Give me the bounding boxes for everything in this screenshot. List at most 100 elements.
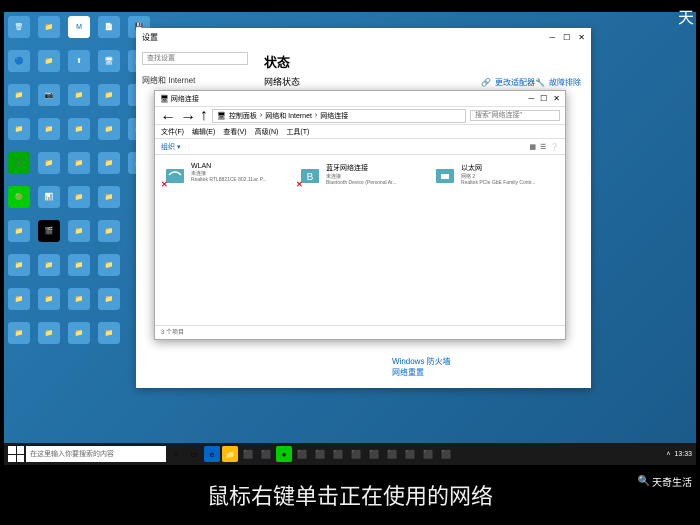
taskbar-app[interactable]: ⬛ bbox=[294, 446, 310, 462]
link-network-reset[interactable]: 网络重置 bbox=[392, 367, 451, 378]
explorer-search-input[interactable] bbox=[470, 110, 560, 121]
desktop-icon[interactable]: 🎵 bbox=[8, 152, 30, 174]
taskbar-app[interactable]: ⬛ bbox=[258, 446, 274, 462]
desktop-icon[interactable]: 📁 bbox=[98, 186, 120, 208]
settings-link-adapter[interactable]: 🔗更改适配器 bbox=[481, 77, 535, 88]
settings-link-troubleshoot[interactable]: 🔧故障排除 bbox=[535, 77, 581, 88]
taskview-icon[interactable]: ▭ bbox=[186, 446, 202, 462]
explorer-icon[interactable]: 📁 bbox=[222, 446, 238, 462]
desktop-icon[interactable]: 📁 bbox=[38, 50, 60, 72]
desktop-icon[interactable]: 📁 bbox=[98, 118, 120, 140]
adapter-status: 未连接 bbox=[326, 173, 413, 180]
video-subtitle: 鼠标右键单击正在使用的网络 bbox=[207, 479, 493, 511]
desktop-icon[interactable]: 📁 bbox=[98, 288, 120, 310]
desktop-icon[interactable]: 📁 bbox=[98, 220, 120, 242]
desktop-icon[interactable]: 📁 bbox=[8, 220, 30, 242]
view-details-icon[interactable]: ☰ bbox=[540, 143, 546, 151]
desktop-icon[interactable]: 📁 bbox=[38, 152, 60, 174]
desktop-icon[interactable]: 📁 bbox=[8, 84, 30, 106]
link-firewall[interactable]: Windows 防火墙 bbox=[392, 356, 451, 367]
maximize-icon[interactable]: ☐ bbox=[563, 33, 570, 42]
wifi-icon: ✕ bbox=[163, 163, 187, 187]
help-icon[interactable]: ❔ bbox=[550, 143, 559, 151]
desktop-icon[interactable]: 📁 bbox=[38, 288, 60, 310]
settings-category[interactable]: 网络和 Internet bbox=[142, 75, 248, 86]
start-button[interactable] bbox=[8, 446, 24, 462]
desktop-icon[interactable]: 📁 bbox=[8, 118, 30, 140]
adapter-list: ✕ WLAN 未连接 Realtek RTL8821CE 802.11ac P.… bbox=[155, 155, 565, 325]
desktop-icon[interactable]: 📁 bbox=[38, 322, 60, 344]
menu-advanced[interactable]: 高级(N) bbox=[255, 127, 279, 137]
nav-forward-icon[interactable]: → bbox=[180, 107, 196, 125]
desktop-icon[interactable]: 📷 bbox=[38, 84, 60, 106]
settings-title: 设置 bbox=[142, 32, 158, 43]
tray-chevron-icon[interactable]: ˄ bbox=[666, 451, 670, 458]
taskbar-app[interactable]: ⬛ bbox=[312, 446, 328, 462]
adapter-ethernet[interactable]: 以太网 网络 2 Realtek PCIe GbE Family Contr..… bbox=[433, 163, 548, 317]
taskbar-app[interactable]: ⬛ bbox=[330, 446, 346, 462]
desktop-icon[interactable]: 📁 bbox=[68, 288, 90, 310]
taskbar-app[interactable]: ⬛ bbox=[420, 446, 436, 462]
close-icon[interactable]: ✕ bbox=[553, 94, 560, 103]
desktop-icon[interactable]: 📁 bbox=[8, 322, 30, 344]
taskbar-app[interactable]: ⬛ bbox=[438, 446, 454, 462]
menu-tools[interactable]: 工具(T) bbox=[286, 127, 309, 137]
settings-heading: 状态 bbox=[264, 52, 581, 71]
desktop-icon[interactable]: 📁 bbox=[8, 254, 30, 276]
desktop-icon[interactable]: 📁 bbox=[38, 16, 60, 38]
desktop-icon[interactable]: 📁 bbox=[68, 220, 90, 242]
desktop-icon[interactable]: 🗑 bbox=[8, 16, 30, 38]
desktop-icon[interactable]: 📁 bbox=[68, 322, 90, 344]
menu-view[interactable]: 查看(V) bbox=[223, 127, 246, 137]
cortana-icon[interactable]: ○ bbox=[168, 446, 184, 462]
minimize-icon[interactable]: ─ bbox=[528, 94, 534, 103]
desktop-icon[interactable]: 📁 bbox=[98, 152, 120, 174]
desktop-icon[interactable]: 🎬 bbox=[38, 220, 60, 242]
desktop-icon[interactable]: 📁 bbox=[8, 288, 30, 310]
view-icons-icon[interactable]: ▦ bbox=[529, 143, 536, 151]
desktop-icon[interactable]: 📁 bbox=[68, 84, 90, 106]
menu-edit[interactable]: 编辑(E) bbox=[192, 127, 215, 137]
desktop-icon[interactable]: 📁 bbox=[38, 118, 60, 140]
desktop-icon[interactable]: 📁 bbox=[98, 322, 120, 344]
minimize-icon[interactable]: ─ bbox=[549, 33, 555, 42]
adapter-bluetooth[interactable]: B ✕ 蓝牙网络连接 未连接 Bluetooth Device (Persona… bbox=[298, 163, 413, 317]
desktop-icon[interactable]: 📁 bbox=[98, 254, 120, 276]
desktop-icon[interactable]: M bbox=[68, 16, 90, 38]
desktop-icon[interactable]: 📊 bbox=[38, 186, 60, 208]
settings-search-input[interactable] bbox=[142, 52, 248, 65]
wechat-icon[interactable]: ● bbox=[276, 446, 292, 462]
close-icon[interactable]: ✕ bbox=[578, 33, 585, 42]
breadcrumb[interactable]: 🖥 控制面板› 网络和 Internet› 网络连接 bbox=[212, 109, 466, 123]
desktop-icon[interactable]: 📁 bbox=[68, 186, 90, 208]
clock[interactable]: 13:33 bbox=[674, 451, 692, 458]
menu-file[interactable]: 文件(F) bbox=[161, 127, 184, 137]
desktop-icon[interactable]: 📁 bbox=[68, 254, 90, 276]
taskbar-app[interactable]: ⬛ bbox=[402, 446, 418, 462]
desktop-icon[interactable]: 📄 bbox=[98, 16, 120, 38]
desktop-icon[interactable]: 📁 bbox=[68, 118, 90, 140]
desktop-icon[interactable]: 🟢 bbox=[8, 186, 30, 208]
adapter-wlan[interactable]: ✕ WLAN 未连接 Realtek RTL8821CE 802.11ac P.… bbox=[163, 163, 278, 317]
explorer-titlebar[interactable]: 🖥 网络连接 ─ ☐ ✕ bbox=[155, 91, 565, 107]
desktop-icon[interactable]: 🔵 bbox=[8, 50, 30, 72]
desktop-icon[interactable]: ⬆ bbox=[68, 50, 90, 72]
taskbar-app[interactable]: ⬛ bbox=[366, 446, 382, 462]
adapter-name: 蓝牙网络连接 bbox=[326, 163, 413, 173]
taskbar-search-input[interactable]: 在这里输入你要搜索的内容 bbox=[26, 446, 166, 462]
desktop-icon[interactable]: 📁 bbox=[38, 254, 60, 276]
organize-button[interactable]: 组织 ▾ bbox=[161, 142, 180, 152]
system-tray[interactable]: ˄ 13:33 bbox=[666, 451, 692, 458]
taskbar-app[interactable]: ⬛ bbox=[348, 446, 364, 462]
desktop-area: 🗑 📁 M 📄 💾 🔵 📁 ⬆ 🖥 📁 📁 📷 📁 📁 ⚙ 📁 📁 📁 📁 📁 … bbox=[4, 12, 696, 465]
edge-icon[interactable]: e bbox=[204, 446, 220, 462]
taskbar-app[interactable]: ⬛ bbox=[240, 446, 256, 462]
maximize-icon[interactable]: ☐ bbox=[540, 94, 547, 103]
nav-back-icon[interactable]: ← bbox=[160, 107, 176, 125]
nav-up-icon[interactable]: ↑ bbox=[200, 107, 208, 125]
taskbar-app[interactable]: ⬛ bbox=[384, 446, 400, 462]
desktop-icon[interactable]: 📁 bbox=[98, 84, 120, 106]
settings-titlebar[interactable]: 设置 ─ ☐ ✕ bbox=[136, 28, 591, 46]
desktop-icon[interactable]: 🖥 bbox=[98, 50, 120, 72]
desktop-icon[interactable]: 📁 bbox=[68, 152, 90, 174]
